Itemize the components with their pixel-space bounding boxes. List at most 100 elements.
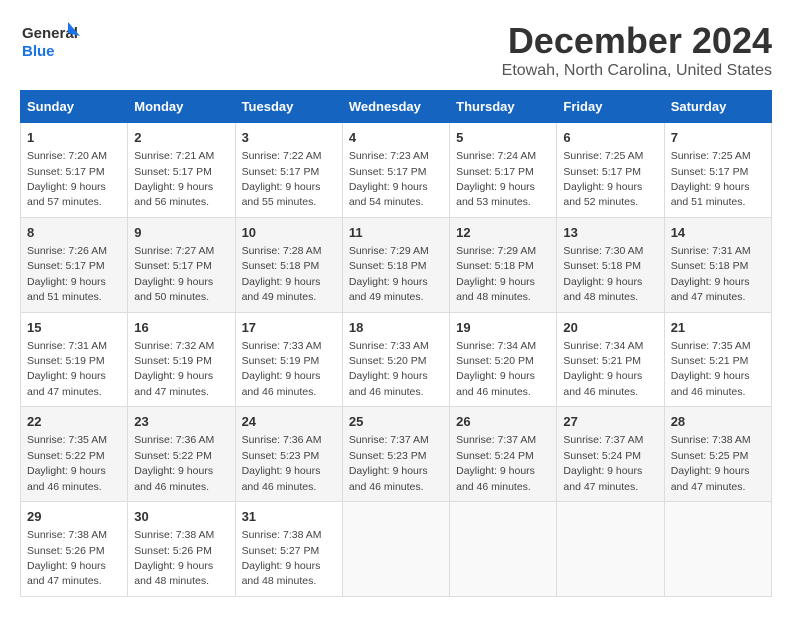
calendar-cell: 14Sunrise: 7:31 AM Sunset: 5:18 PM Dayli… — [664, 217, 771, 312]
day-number: 19 — [456, 319, 550, 337]
day-number: 29 — [27, 508, 121, 526]
day-info: Sunrise: 7:28 AM Sunset: 5:18 PM Dayligh… — [242, 245, 322, 303]
day-number: 10 — [242, 224, 336, 242]
calendar-cell: 12 Sunrise: 7:29 AM Sunset: 5:18 PM Dayli… — [450, 217, 557, 312]
day-info: Sunrise: 7:34 AM Sunset: 5:20 PM Dayligh… — [456, 340, 536, 398]
day-info: Sunrise: 7:22 AM Sunset: 5:17 PM Dayligh… — [242, 150, 322, 208]
title-block: December 2024 Etowah, North Carolina, Un… — [502, 20, 772, 80]
day-info: Sunrise: 7:31 AM Sunset: 5:19 PM Dayligh… — [27, 340, 107, 398]
day-number: 11 — [349, 224, 443, 242]
calendar-cell: 19 Sunrise: 7:34 AM Sunset: 5:20 PM Dayli… — [450, 312, 557, 407]
day-info: Sunrise: 7:35 AM Sunset: 5:22 PM Dayligh… — [27, 434, 107, 492]
day-number: 28 — [671, 413, 765, 431]
calendar-week-5: 29 Sunrise: 7:38 AM Sunset: 5:26 PM Dayli… — [21, 502, 772, 597]
calendar-cell: 23Sunrise: 7:36 AM Sunset: 5:22 PM Dayli… — [128, 407, 235, 502]
calendar-week-1: 1Sunrise: 7:20 AM Sunset: 5:17 PM Daylig… — [21, 123, 772, 218]
day-number: 27 — [563, 413, 657, 431]
calendar-week-2: 8 Sunrise: 7:26 AM Sunset: 5:17 PM Daylig… — [21, 217, 772, 312]
day-info: Sunrise: 7:32 AM Sunset: 5:19 PM Dayligh… — [134, 340, 214, 398]
calendar-cell: 17 Sunrise: 7:33 AM Sunset: 5:19 PM Dayli… — [235, 312, 342, 407]
calendar-cell: 29 Sunrise: 7:38 AM Sunset: 5:26 PM Dayli… — [21, 502, 128, 597]
day-number: 18 — [349, 319, 443, 337]
day-number: 1 — [27, 129, 121, 147]
day-number: 15 — [27, 319, 121, 337]
day-number: 16 — [134, 319, 228, 337]
calendar-cell: 26Sunrise: 7:37 AM Sunset: 5:24 PM Dayli… — [450, 407, 557, 502]
calendar-table: SundayMondayTuesdayWednesdayThursdayFrid… — [20, 90, 772, 597]
calendar-cell: 22 Sunrise: 7:35 AM Sunset: 5:22 PM Dayli… — [21, 407, 128, 502]
calendar-cell: 5 Sunrise: 7:24 AM Sunset: 5:17 PM Daylig… — [450, 123, 557, 218]
day-info: Sunrise: 7:25 AM Sunset: 5:17 PM Dayligh… — [563, 150, 643, 208]
day-number: 17 — [242, 319, 336, 337]
day-number: 21 — [671, 319, 765, 337]
logo-svg: GeneralBlue — [20, 20, 80, 65]
day-number: 6 — [563, 129, 657, 147]
day-info: Sunrise: 7:33 AM Sunset: 5:20 PM Dayligh… — [349, 340, 429, 398]
calendar-dow-friday: Friday — [557, 91, 664, 123]
calendar-cell: 4 Sunrise: 7:23 AM Sunset: 5:17 PM Daylig… — [342, 123, 449, 218]
day-number: 5 — [456, 129, 550, 147]
page-header: GeneralBlue December 2024 Etowah, North … — [20, 20, 772, 80]
calendar-cell: 3 Sunrise: 7:22 AM Sunset: 5:17 PM Daylig… — [235, 123, 342, 218]
day-info: Sunrise: 7:34 AM Sunset: 5:21 PM Dayligh… — [563, 340, 643, 398]
calendar-cell: 11 Sunrise: 7:29 AM Sunset: 5:18 PM Dayli… — [342, 217, 449, 312]
page-subtitle: Etowah, North Carolina, United States — [502, 62, 772, 80]
calendar-cell — [450, 502, 557, 597]
day-number: 24 — [242, 413, 336, 431]
day-info: Sunrise: 7:38 AM Sunset: 5:26 PM Dayligh… — [27, 529, 107, 587]
day-number: 14 — [671, 224, 765, 242]
calendar-cell: 25 Sunrise: 7:37 AM Sunset: 5:23 PM Dayli… — [342, 407, 449, 502]
day-info: Sunrise: 7:36 AM Sunset: 5:22 PM Dayligh… — [134, 434, 214, 492]
day-number: 9 — [134, 224, 228, 242]
day-number: 12 — [456, 224, 550, 242]
day-number: 7 — [671, 129, 765, 147]
day-info: Sunrise: 7:25 AM Sunset: 5:17 PM Dayligh… — [671, 150, 751, 208]
day-number: 20 — [563, 319, 657, 337]
calendar-cell: 27 Sunrise: 7:37 AM Sunset: 5:24 PM Dayli… — [557, 407, 664, 502]
day-info: Sunrise: 7:38 AM Sunset: 5:26 PM Dayligh… — [134, 529, 214, 587]
day-info: Sunrise: 7:29 AM Sunset: 5:18 PM Dayligh… — [349, 245, 429, 303]
calendar-cell — [557, 502, 664, 597]
calendar-cell: 15 Sunrise: 7:31 AM Sunset: 5:19 PM Dayli… — [21, 312, 128, 407]
day-info: Sunrise: 7:38 AM Sunset: 5:27 PM Dayligh… — [242, 529, 322, 587]
calendar-cell: 20 Sunrise: 7:34 AM Sunset: 5:21 PM Dayli… — [557, 312, 664, 407]
day-info: Sunrise: 7:26 AM Sunset: 5:17 PM Dayligh… — [27, 245, 107, 303]
day-info: Sunrise: 7:23 AM Sunset: 5:17 PM Dayligh… — [349, 150, 429, 208]
calendar-header-row: SundayMondayTuesdayWednesdayThursdayFrid… — [21, 91, 772, 123]
day-info: Sunrise: 7:33 AM Sunset: 5:19 PM Dayligh… — [242, 340, 322, 398]
calendar-cell — [664, 502, 771, 597]
day-number: 4 — [349, 129, 443, 147]
day-number: 26 — [456, 413, 550, 431]
day-number: 30 — [134, 508, 228, 526]
day-info: Sunrise: 7:37 AM Sunset: 5:23 PM Dayligh… — [349, 434, 429, 492]
calendar-cell: 24Sunrise: 7:36 AM Sunset: 5:23 PM Dayli… — [235, 407, 342, 502]
day-number: 25 — [349, 413, 443, 431]
calendar-dow-thursday: Thursday — [450, 91, 557, 123]
day-number: 31 — [242, 508, 336, 526]
day-number: 13 — [563, 224, 657, 242]
calendar-dow-monday: Monday — [128, 91, 235, 123]
day-number: 2 — [134, 129, 228, 147]
day-number: 8 — [27, 224, 121, 242]
day-number: 22 — [27, 413, 121, 431]
day-info: Sunrise: 7:29 AM Sunset: 5:18 PM Dayligh… — [456, 245, 536, 303]
day-info: Sunrise: 7:35 AM Sunset: 5:21 PM Dayligh… — [671, 340, 751, 398]
calendar-cell: 13 Sunrise: 7:30 AM Sunset: 5:18 PM Dayli… — [557, 217, 664, 312]
calendar-cell: 8 Sunrise: 7:26 AM Sunset: 5:17 PM Daylig… — [21, 217, 128, 312]
calendar-cell: 18 Sunrise: 7:33 AM Sunset: 5:20 PM Dayli… — [342, 312, 449, 407]
day-info: Sunrise: 7:38 AM Sunset: 5:25 PM Dayligh… — [671, 434, 751, 492]
calendar-cell: 7 Sunrise: 7:25 AM Sunset: 5:17 PM Daylig… — [664, 123, 771, 218]
day-info: Sunrise: 7:37 AM Sunset: 5:24 PM Dayligh… — [563, 434, 643, 492]
calendar-cell: 6 Sunrise: 7:25 AM Sunset: 5:17 PM Daylig… — [557, 123, 664, 218]
calendar-cell: 10 Sunrise: 7:28 AM Sunset: 5:18 PM Dayli… — [235, 217, 342, 312]
calendar-dow-tuesday: Tuesday — [235, 91, 342, 123]
day-info: Sunrise: 7:30 AM Sunset: 5:18 PM Dayligh… — [563, 245, 643, 303]
logo: GeneralBlue — [20, 20, 80, 65]
day-info: Sunrise: 7:21 AM Sunset: 5:17 PM Dayligh… — [134, 150, 214, 208]
day-number: 3 — [242, 129, 336, 147]
calendar-cell — [342, 502, 449, 597]
calendar-dow-saturday: Saturday — [664, 91, 771, 123]
calendar-cell: 9Sunrise: 7:27 AM Sunset: 5:17 PM Daylig… — [128, 217, 235, 312]
day-info: Sunrise: 7:24 AM Sunset: 5:17 PM Dayligh… — [456, 150, 536, 208]
calendar-cell: 21 Sunrise: 7:35 AM Sunset: 5:21 PM Dayli… — [664, 312, 771, 407]
